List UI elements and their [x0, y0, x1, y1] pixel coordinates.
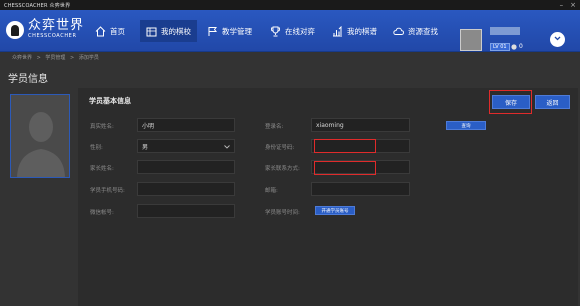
email-input[interactable]	[311, 182, 410, 196]
back-button[interactable]: 返回	[535, 95, 570, 109]
nav-item-label: 首页	[110, 26, 125, 36]
nav-item-label: 我的棋谱	[347, 26, 377, 36]
section-title: 学员基本信息	[89, 97, 131, 105]
close-icon[interactable]: ×	[570, 1, 576, 9]
account-time-label: 学员账号时间:	[265, 210, 300, 216]
highlight-box-save	[489, 90, 532, 114]
highlight-box-parent-contact	[314, 161, 376, 175]
coin-icon	[511, 44, 517, 52]
parent-name-label: 家长姓名:	[90, 166, 114, 172]
nav-item-resources[interactable]: 资源查找	[393, 21, 438, 41]
logo-name-cn: 众弈世界	[28, 18, 85, 33]
page-title: 学员信息	[8, 74, 48, 85]
nav-item-label: 我的棋校	[161, 26, 191, 36]
login-name-label: 登录名:	[265, 124, 284, 130]
home-icon	[95, 25, 106, 37]
user-name-blurred	[490, 27, 520, 35]
gender-select[interactable]: 男	[137, 139, 235, 153]
nav-item-online-play[interactable]: 在线对弈	[270, 21, 315, 41]
nav-item-my-records[interactable]: 我的棋谱	[332, 21, 377, 41]
gender-label: 性别:	[90, 145, 103, 151]
app-logo[interactable]: 众弈世界 CHESSCOACHER	[6, 19, 84, 40]
window-titlebar: CHESSCOACHER 众弈世界 – ×	[0, 0, 580, 10]
flag-icon	[207, 26, 218, 37]
coin-count: 0	[519, 43, 523, 50]
nav-item-home[interactable]: 首页	[95, 21, 125, 41]
open-account-button[interactable]: 开通学员账号	[315, 206, 355, 215]
student-photo[interactable]	[10, 94, 70, 178]
highlight-box-id-number	[314, 139, 376, 153]
nav-item-label: 在线对弈	[285, 26, 315, 36]
student-phone-label: 学员手机号码:	[90, 188, 125, 194]
logo-name-en: CHESSCOACHER	[28, 33, 77, 39]
login-name-input[interactable]: xiaoming	[311, 118, 410, 132]
breadcrumb-separator: >	[70, 55, 75, 61]
chevron-down-icon	[554, 36, 561, 43]
person-silhouette-icon	[17, 112, 65, 177]
breadcrumb-item-home[interactable]: 众弈世界	[12, 55, 32, 61]
window-title: CHESSCOACHER 众弈世界	[4, 2, 71, 9]
id-number-label: 身份证号码:	[265, 145, 295, 151]
gender-select-value: 男	[142, 143, 149, 151]
school-icon	[146, 26, 157, 37]
top-navbar: 众弈世界 CHESSCOACHER 首页 我的棋校 教学管理 在线对弈 我的棋谱	[0, 10, 580, 52]
nav-item-label: 教学管理	[222, 26, 252, 36]
email-label: 邮箱:	[265, 188, 278, 194]
nav-item-teaching[interactable]: 教学管理	[207, 21, 252, 41]
parent-name-input[interactable]	[137, 160, 235, 174]
user-menu-button[interactable]	[550, 32, 565, 47]
nav-item-my-school[interactable]: 我的棋校	[140, 20, 197, 42]
user-avatar[interactable]	[460, 29, 482, 51]
real-name-input[interactable]: 小明	[137, 118, 235, 132]
chevron-down-icon	[224, 144, 230, 151]
trophy-icon	[270, 26, 281, 37]
level-badge: LV 01	[490, 43, 510, 51]
student-phone-input[interactable]	[137, 182, 235, 196]
chart-icon	[332, 25, 343, 37]
breadcrumb-item-add-student: 添加学员	[78, 55, 99, 61]
breadcrumb: 众弈世界 > 学员管理 > 添加学员	[12, 54, 102, 61]
query-button[interactable]: 查询	[446, 121, 486, 130]
real-name-label: 真实姓名:	[90, 124, 114, 130]
window-controls: – ×	[560, 1, 576, 9]
nav-item-label: 资源查找	[408, 26, 438, 36]
minimize-icon[interactable]: –	[560, 1, 564, 9]
logo-chess-piece-icon	[6, 20, 24, 39]
breadcrumb-separator: >	[36, 55, 41, 61]
breadcrumb-item-student-management[interactable]: 学员管理	[45, 55, 65, 61]
cloud-icon	[393, 26, 404, 37]
wechat-input[interactable]	[137, 204, 235, 218]
parent-contact-label: 家长联系方式:	[265, 166, 300, 172]
wechat-label: 微信帐号:	[90, 210, 114, 216]
